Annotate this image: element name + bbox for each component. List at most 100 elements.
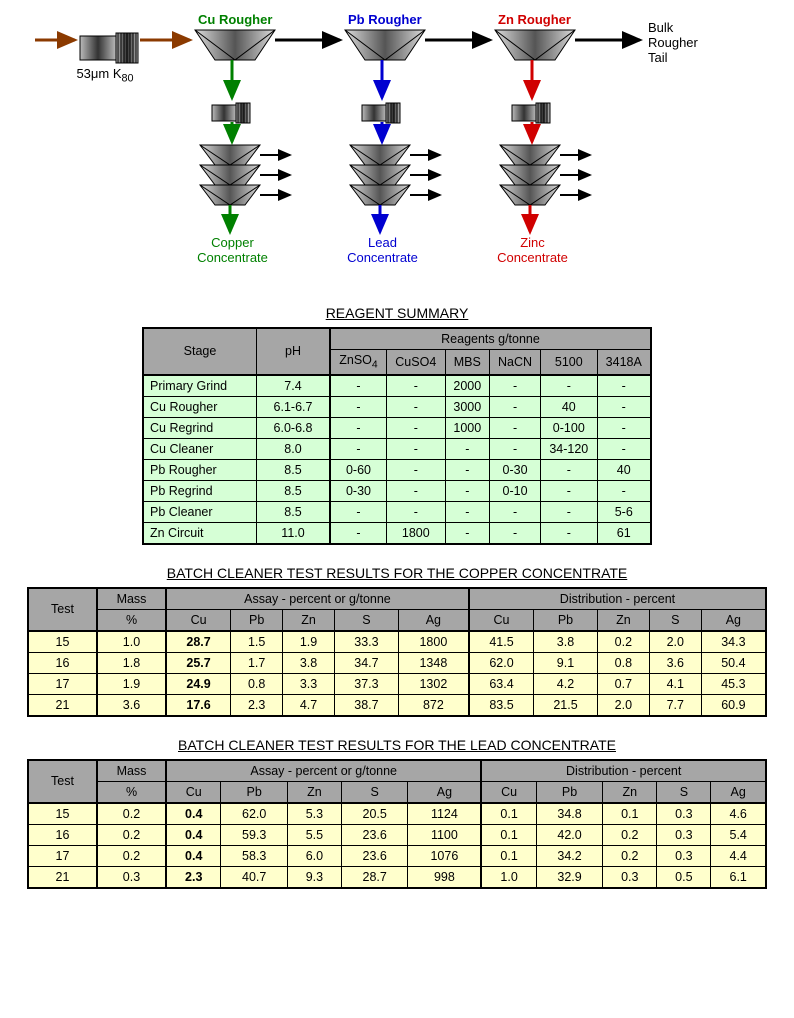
results-assay-value: 28.7 — [341, 866, 407, 888]
reagent-value: - — [489, 501, 540, 522]
reagent-value: - — [489, 375, 540, 397]
feed-label: 53μm K80 — [60, 66, 150, 85]
results-dist-value: 0.1 — [481, 824, 536, 845]
reagent-value: - — [445, 501, 489, 522]
results-dist-value: 42.0 — [536, 824, 602, 845]
reagent-stage: Cu Regrind — [143, 417, 257, 438]
results-assay-value: 17.6 — [166, 694, 231, 716]
results-header-col: Pb — [221, 781, 287, 803]
results-dist-value: 0.1 — [481, 845, 536, 866]
results-dist-value: 45.3 — [701, 673, 766, 694]
cu-rougher-label: Cu Rougher — [198, 12, 272, 27]
results-dist-value: 0.2 — [603, 824, 657, 845]
results-assay-value: 3.8 — [283, 652, 335, 673]
results-assay-value: 1124 — [408, 803, 482, 825]
results-header-col: S — [649, 609, 701, 631]
results-assay-value: 0.4 — [166, 845, 221, 866]
reagent-col-znso4: ZnSO4 — [330, 350, 386, 375]
reagent-value: 0-60 — [330, 459, 386, 480]
results-dist-value: 2.0 — [649, 631, 701, 653]
results-assay-value: 33.3 — [335, 631, 399, 653]
results-header-col: S — [657, 781, 711, 803]
reagent-ph: 6.0-6.8 — [257, 417, 331, 438]
results-header-col: Ag — [408, 781, 482, 803]
results-dist-value: 2.0 — [597, 694, 649, 716]
results-assay-value: 6.0 — [287, 845, 341, 866]
results-row: 160.20.459.35.523.611000.142.00.20.35.4 — [28, 824, 766, 845]
results-test: 15 — [28, 803, 97, 825]
reagent-value: - — [386, 438, 445, 459]
reagent-col-mbs: MBS — [445, 350, 489, 375]
results-mass: 0.2 — [97, 803, 166, 825]
reagent-value: - — [597, 438, 651, 459]
results-dist-value: 0.3 — [657, 803, 711, 825]
reagent-value: - — [597, 375, 651, 397]
results-dist-value: 34.8 — [536, 803, 602, 825]
reagent-value: 0-100 — [541, 417, 597, 438]
reagent-value: - — [386, 459, 445, 480]
reagent-value: - — [489, 522, 540, 544]
results-header-col: Zn — [287, 781, 341, 803]
results-assay-value: 25.7 — [166, 652, 231, 673]
results-header-assay: Assay - percent or g/tonne — [166, 588, 469, 610]
reagent-value: - — [541, 480, 597, 501]
reagent-value: - — [386, 501, 445, 522]
reagent-value: 5-6 — [597, 501, 651, 522]
reagent-value: - — [445, 438, 489, 459]
results-dist-value: 4.1 — [649, 673, 701, 694]
results-dist-value: 0.2 — [603, 845, 657, 866]
pb-conc-label: LeadConcentrate — [340, 235, 425, 265]
reagent-row: Pb Rougher8.50-60--0-30-40 — [143, 459, 651, 480]
results-assay-value: 23.6 — [341, 824, 407, 845]
reagent-ph: 11.0 — [257, 522, 331, 544]
reagent-value: - — [330, 501, 386, 522]
reagent-value: 61 — [597, 522, 651, 544]
cu-cleaner-stack-icon — [200, 145, 290, 205]
results-assay-value: 5.5 — [287, 824, 341, 845]
reagent-value: - — [386, 417, 445, 438]
primary-mill-icon — [80, 33, 138, 63]
results-mass: 3.6 — [97, 694, 166, 716]
results-dist-value: 0.8 — [597, 652, 649, 673]
results-header-test: Test — [28, 760, 97, 803]
results-assay-value: 1.9 — [283, 631, 335, 653]
reagent-value: - — [597, 417, 651, 438]
zn-regrind-mill-icon — [512, 103, 550, 123]
results-row: 213.617.62.34.738.787283.521.52.07.760.9 — [28, 694, 766, 716]
results-mass: 1.8 — [97, 652, 166, 673]
results-test: 15 — [28, 631, 97, 653]
results-dist-value: 83.5 — [469, 694, 534, 716]
reagent-value: - — [330, 438, 386, 459]
results-header-col: Zn — [603, 781, 657, 803]
reagent-col-3418a: 3418A — [597, 350, 651, 375]
results-mass: 0.2 — [97, 845, 166, 866]
pb-rougher-label: Pb Rougher — [348, 12, 422, 27]
results-test: 16 — [28, 824, 97, 845]
results-header-col: Cu — [469, 609, 534, 631]
reagent-row: Primary Grind7.4--2000--- — [143, 375, 651, 397]
results-header-col: Pb — [231, 609, 283, 631]
results-dist-value: 5.4 — [711, 824, 766, 845]
results-row: 170.20.458.36.023.610760.134.20.20.34.4 — [28, 845, 766, 866]
results-header-col: Ag — [398, 609, 469, 631]
reagent-col-cuso4: CuSO4 — [386, 350, 445, 375]
results-dist-value: 4.4 — [711, 845, 766, 866]
results-header-mass-unit: % — [97, 609, 166, 631]
results-test: 17 — [28, 845, 97, 866]
results-header-dist: Distribution - percent — [469, 588, 766, 610]
reagent-value: 0-30 — [330, 480, 386, 501]
copper-results-title: BATCH CLEANER TEST RESULTS FOR THE COPPE… — [20, 565, 774, 581]
results-assay-value: 23.6 — [341, 845, 407, 866]
cu-regrind-mill-icon — [212, 103, 250, 123]
results-assay-value: 2.3 — [166, 866, 221, 888]
results-header-mass: Mass — [97, 588, 166, 610]
results-header-col: Ag — [711, 781, 766, 803]
results-dist-value: 0.3 — [657, 824, 711, 845]
reagent-header-reagents: Reagents g/tonne — [330, 328, 651, 350]
reagent-value: 2000 — [445, 375, 489, 397]
results-header-col: Zn — [597, 609, 649, 631]
reagent-value: - — [330, 396, 386, 417]
reagent-value: - — [445, 480, 489, 501]
results-header-col: Pb — [534, 609, 598, 631]
reagent-value: - — [386, 375, 445, 397]
